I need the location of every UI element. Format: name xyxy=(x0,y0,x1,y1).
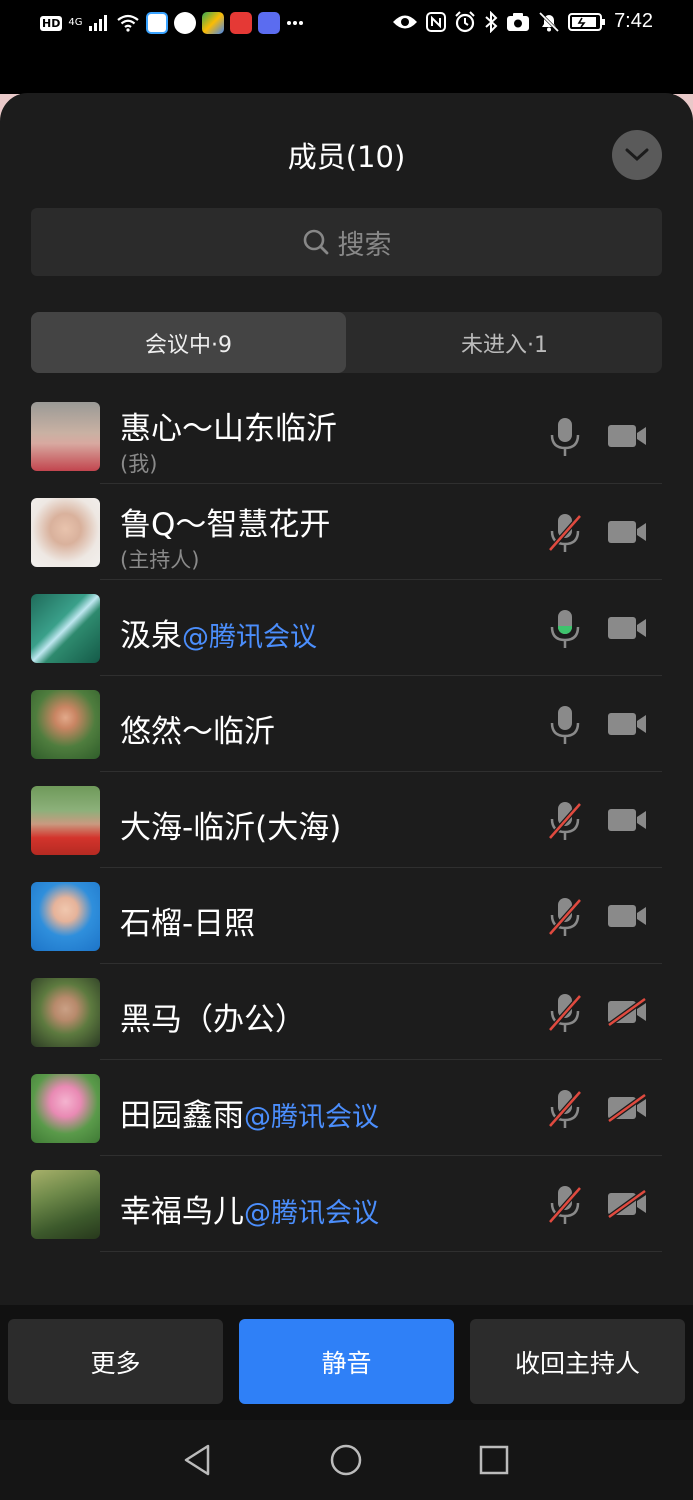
member-row[interactable]: 鲁Q～智慧花开 (主持人) xyxy=(0,484,693,580)
hd-badge: HD xyxy=(40,15,63,31)
mute-notifications-icon xyxy=(539,11,560,32)
member-row[interactable]: 汲泉@腾讯会议 xyxy=(0,580,693,676)
action-bar: 更多 静音 收回主持人 xyxy=(0,1305,693,1420)
app-notification-icon xyxy=(174,12,197,34)
app-notification-icon xyxy=(230,12,253,34)
play-store-icon xyxy=(202,12,225,34)
member-name: 鲁Q～智慧花开 xyxy=(120,507,331,543)
microphone-icon[interactable] xyxy=(546,704,584,746)
member-row[interactable]: 幸福鸟儿@腾讯会议 xyxy=(0,1156,693,1252)
member-name: 田园鑫雨 xyxy=(120,1098,244,1134)
member-name: 黑马（办公） xyxy=(120,1002,306,1038)
member-tag: @腾讯会议 xyxy=(244,1198,379,1229)
search-icon xyxy=(303,229,328,255)
member-name: 悠然～临沂 xyxy=(120,714,275,750)
video-camera-icon[interactable] xyxy=(606,518,648,546)
avatar xyxy=(31,786,100,855)
member-name: 惠心～山东临沂 xyxy=(120,411,337,447)
status-bar: HD 4G 7:42 xyxy=(0,0,693,50)
microphone-speaking-icon[interactable] xyxy=(546,608,584,650)
nfc-icon xyxy=(426,11,447,32)
member-name-line: 大海-临沂(大海) xyxy=(120,802,341,847)
search-input[interactable]: 搜索 xyxy=(31,208,662,276)
microphone-muted-icon[interactable] xyxy=(546,992,584,1034)
microphone-muted-icon[interactable] xyxy=(546,1184,584,1226)
chevron-down-icon xyxy=(625,148,649,162)
status-left: HD 4G xyxy=(40,12,304,34)
system-nav-bar xyxy=(0,1420,693,1500)
search-placeholder: 搜索 xyxy=(337,229,392,261)
member-role: (我) xyxy=(120,452,158,476)
video-camera-off-icon[interactable] xyxy=(606,1190,648,1218)
recent-apps-icon[interactable] xyxy=(476,1442,512,1478)
member-row[interactable]: 石榴-日照 xyxy=(0,868,693,964)
avatar xyxy=(31,882,100,951)
video-camera-icon[interactable] xyxy=(606,614,648,642)
member-tag: @腾讯会议 xyxy=(182,622,317,653)
row-divider xyxy=(100,1251,662,1252)
avatar xyxy=(31,690,100,759)
tab-not-joined[interactable]: 未进入·1 xyxy=(347,312,662,373)
collapse-button[interactable] xyxy=(612,130,662,180)
camera-status-icon xyxy=(507,12,530,31)
eye-icon xyxy=(393,15,418,28)
video-camera-icon[interactable] xyxy=(606,902,648,930)
battery-icon xyxy=(568,12,606,31)
member-name: 幸福鸟儿 xyxy=(120,1194,244,1230)
avatar xyxy=(31,978,100,1047)
video-camera-off-icon[interactable] xyxy=(606,1094,648,1122)
member-row[interactable]: 悠然～临沂 xyxy=(0,676,693,772)
signal-icon xyxy=(89,15,108,31)
video-camera-off-icon[interactable] xyxy=(606,998,648,1026)
microphone-icon[interactable] xyxy=(546,416,584,458)
member-name-line: 惠心～山东临沂 xyxy=(120,403,337,448)
avatar xyxy=(31,498,100,567)
microphone-muted-icon[interactable] xyxy=(546,1088,584,1130)
clock: 7:42 xyxy=(614,10,653,32)
member-list: 惠心～山东临沂 (我) 鲁Q～智慧花开 (主持人) 汲泉@腾讯会议 悠然～临沂 … xyxy=(0,388,693,1252)
member-tag: @腾讯会议 xyxy=(244,1102,379,1133)
member-name: 石榴-日照 xyxy=(120,906,256,942)
alarm-icon xyxy=(455,10,475,32)
member-name-line: 悠然～临沂 xyxy=(120,706,275,751)
member-tabs: 会议中·9 未进入·1 xyxy=(31,312,662,373)
bluetooth-icon xyxy=(485,10,498,33)
member-name-line: 汲泉@腾讯会议 xyxy=(120,610,317,655)
member-name: 大海-临沂(大海) xyxy=(120,810,342,846)
reclaim-host-button[interactable]: 收回主持人 xyxy=(470,1319,685,1404)
member-row[interactable]: 大海-临沂(大海) xyxy=(0,772,693,868)
back-icon[interactable] xyxy=(180,1442,216,1478)
tab-in-meeting[interactable]: 会议中·9 xyxy=(31,312,346,373)
more-notifications-icon xyxy=(287,21,304,25)
wifi-icon xyxy=(117,14,140,32)
status-right: 7:42 xyxy=(392,10,653,33)
home-icon[interactable] xyxy=(328,1442,364,1478)
panel-title: 成员(10) xyxy=(287,140,406,174)
avatar xyxy=(31,594,100,663)
member-row[interactable]: 惠心～山东临沂 (我) xyxy=(0,388,693,484)
avatar xyxy=(31,402,100,471)
avatar xyxy=(31,1074,100,1143)
microphone-muted-icon[interactable] xyxy=(546,896,584,938)
app-notification-icon xyxy=(146,12,169,34)
mute-all-button[interactable]: 静音 xyxy=(239,1319,454,1404)
member-row[interactable]: 黑马（办公） xyxy=(0,964,693,1060)
video-camera-icon[interactable] xyxy=(606,422,648,450)
member-name-line: 石榴-日照 xyxy=(120,898,255,943)
video-camera-icon[interactable] xyxy=(606,806,648,834)
member-role: (主持人) xyxy=(120,548,200,572)
microphone-muted-icon[interactable] xyxy=(546,800,584,842)
member-name: 汲泉 xyxy=(120,618,182,654)
more-button[interactable]: 更多 xyxy=(8,1319,223,1404)
member-name-line: 田园鑫雨@腾讯会议 xyxy=(120,1090,379,1135)
member-row[interactable]: 田园鑫雨@腾讯会议 xyxy=(0,1060,693,1156)
member-name-line: 幸福鸟儿@腾讯会议 xyxy=(120,1186,379,1231)
microphone-muted-icon[interactable] xyxy=(546,512,584,554)
video-camera-icon[interactable] xyxy=(606,710,648,738)
avatar xyxy=(31,1170,100,1239)
network-type: 4G xyxy=(68,17,83,28)
member-name-line: 黑马（办公） xyxy=(120,994,306,1039)
member-name-line: 鲁Q～智慧花开 xyxy=(120,499,330,544)
app-notification-icon xyxy=(258,12,281,34)
